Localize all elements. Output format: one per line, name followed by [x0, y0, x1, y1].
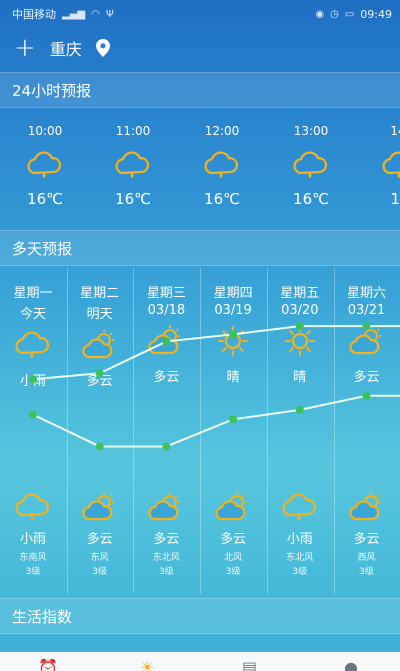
hour-time: 11:00 — [115, 124, 151, 138]
column-separator — [200, 268, 201, 594]
status-bar: 中国移动 ▂▄▆ ◠ Ψ ◉ ◷ ▭ 09:49 — [0, 0, 400, 28]
light-rain-icon — [177, 148, 267, 182]
low-temp-point — [362, 391, 371, 400]
alarm-clock-nav-icon[interactable]: ⏰ — [38, 658, 58, 671]
hour-temperature: 16 — [390, 190, 400, 208]
column-separator — [67, 268, 68, 594]
low-temp-point — [95, 442, 104, 451]
low-temp-point — [229, 415, 238, 424]
low-temp-line — [32, 394, 400, 448]
life-index-title: 生活指数 — [0, 598, 400, 634]
hour-temperature: 16℃ — [204, 190, 240, 208]
battery-icon: ▭ — [344, 8, 355, 20]
high-temp-point — [29, 375, 37, 384]
hourly-section-title: 24小时预报 — [0, 72, 400, 108]
light-rain-icon — [355, 148, 400, 182]
light-rain-icon — [88, 148, 178, 182]
hour-temperature: 16℃ — [115, 190, 151, 208]
top-bar: + 重庆 — [0, 28, 400, 68]
hour-time: 12:00 — [204, 124, 240, 138]
hour-item[interactable]: 14: 16 — [355, 108, 400, 208]
status-left: 中国移动 ▂▄▆ ◠ Ψ — [12, 6, 114, 22]
hour-item[interactable]: 10:00 16℃ — [0, 108, 90, 208]
hour-item[interactable]: 13:00 16℃ — [266, 108, 356, 208]
daily-section-title: 多天预报 — [0, 230, 400, 266]
eye-icon: ◉ — [315, 8, 325, 20]
high-temp-line — [32, 325, 400, 381]
low-temp-point — [162, 442, 171, 451]
status-right: ◉ ◷ ▭ 09:49 — [315, 8, 392, 21]
hour-temperature: 16℃ — [27, 190, 63, 208]
high-temp-point — [162, 337, 171, 346]
high-temp-point — [95, 369, 104, 378]
usb-icon: Ψ — [105, 8, 114, 20]
signal-icon: ▂▄▆ — [62, 8, 86, 20]
high-temp-point — [229, 330, 238, 339]
low-temp-point — [29, 410, 37, 419]
weather-nav-icon[interactable]: ☀ — [140, 658, 154, 671]
high-temp-point — [295, 322, 304, 331]
calendar-nav-icon[interactable]: ▤ — [242, 658, 257, 671]
light-rain-icon — [0, 148, 90, 182]
column-separator — [133, 268, 134, 594]
hour-time: 13:00 — [293, 124, 329, 138]
high-temp-point — [362, 322, 371, 331]
column-separator — [334, 268, 335, 594]
hour-item[interactable]: 12:00 16℃ — [177, 108, 267, 208]
bottom-navigation: ⏰ ☀ ▤ ● — [0, 652, 400, 671]
hourly-forecast-list[interactable]: 10:00 16℃11:00 16℃12:00 16℃13:00 16℃14: … — [0, 108, 400, 228]
low-temp-point — [295, 405, 304, 414]
city-name[interactable]: 重庆 — [50, 36, 82, 60]
location-pin-icon[interactable] — [95, 39, 110, 57]
profile-nav-icon[interactable]: ● — [344, 658, 358, 671]
hour-item[interactable]: 11:00 16℃ — [88, 108, 178, 208]
hour-temperature: 16℃ — [293, 190, 329, 208]
alarm-icon: ◷ — [330, 8, 339, 20]
light-rain-icon — [266, 148, 356, 182]
hour-time: 14: — [390, 124, 400, 138]
add-city-icon[interactable]: + — [14, 35, 36, 61]
status-time: 09:49 — [360, 7, 392, 21]
column-separator — [267, 268, 268, 594]
wifi-icon: ◠ — [91, 8, 100, 20]
carrier-label: 中国移动 — [12, 8, 56, 21]
hour-time: 10:00 — [27, 124, 63, 138]
